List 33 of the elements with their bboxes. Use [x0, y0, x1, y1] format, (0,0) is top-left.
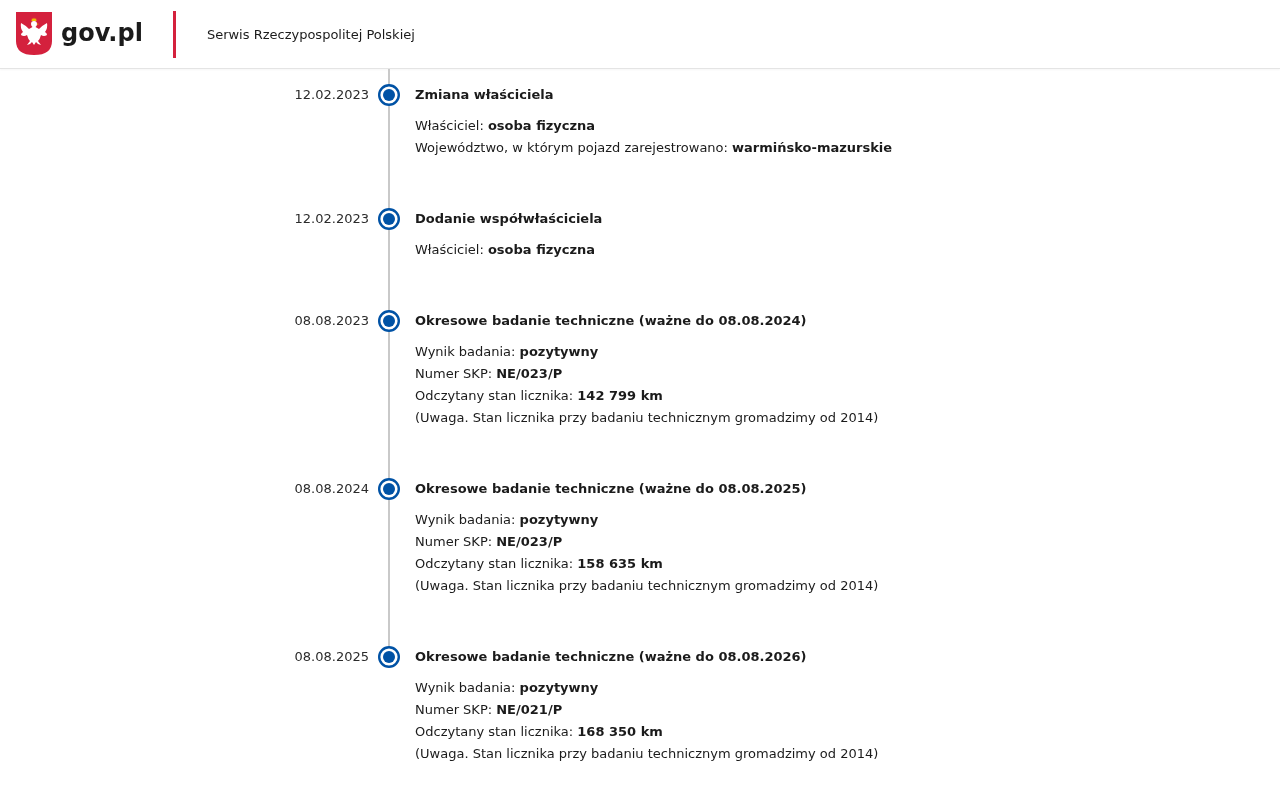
event-title: Okresowe badanie techniczne (ważne do 08.08.2025): [415, 480, 807, 498]
event-title: Zmiana właściciela: [415, 86, 554, 104]
timeline-dot-icon: [378, 310, 400, 332]
event-title: Okresowe badanie techniczne (ważne do 08.08.2026): [415, 648, 807, 666]
event-date: 08.08.2023: [294, 312, 369, 330]
event-date: 08.08.2025: [294, 648, 369, 666]
event-detail: Właściciel: osoba fizyczna: [415, 117, 596, 135]
event-title: Dodanie współwłaściciela: [415, 210, 603, 228]
event-date: 12.02.2023: [294, 210, 369, 228]
timeline-dot-icon: [378, 478, 400, 500]
logo-link[interactable]: gov.pl: [16, 11, 143, 57]
timeline-dot-icon: [378, 84, 400, 106]
event-date: 08.08.2024: [294, 480, 369, 498]
event-detail: Numer SKP: NE/023/P: [415, 533, 563, 551]
eagle-shield-icon: [16, 11, 52, 55]
event-detail: Odczytany stan licznika: 168 350 km: [415, 723, 663, 741]
event-detail: Numer SKP: NE/023/P: [415, 365, 563, 383]
service-name: Serwis Rzeczypospolitej Polskiej: [206, 26, 415, 42]
event-date: 12.02.2023: [294, 86, 369, 104]
event-detail: (Uwaga. Stan licznika przy badaniu technicznym gromadzimy od 2014): [415, 577, 879, 595]
event-detail: Odczytany stan licznika: 158 635 km: [415, 555, 663, 573]
event-detail: Właściciel: osoba fizyczna: [415, 241, 596, 259]
event-detail: Wynik badania: pozytywny: [415, 343, 599, 361]
timeline-dot-icon: [378, 646, 400, 668]
event-detail: Wynik badania: pozytywny: [415, 511, 599, 529]
event-detail: Województwo, w którym pojazd zarejestrowano: warmińsko-mazurskie: [415, 139, 893, 157]
event-detail: Odczytany stan licznika: 142 799 km: [415, 387, 663, 405]
event-detail: Wynik badania: pozytywny: [415, 679, 599, 697]
timeline-dot-icon: [378, 208, 400, 230]
event-detail: (Uwaga. Stan licznika przy badaniu technicznym gromadzimy od 2014): [415, 745, 879, 763]
event-detail: Numer SKP: NE/021/P: [415, 701, 563, 719]
event-title: Okresowe badanie techniczne (ważne do 08.08.2024): [415, 312, 807, 330]
event-detail: (Uwaga. Stan licznika przy badaniu technicznym gromadzimy od 2014): [415, 409, 879, 427]
